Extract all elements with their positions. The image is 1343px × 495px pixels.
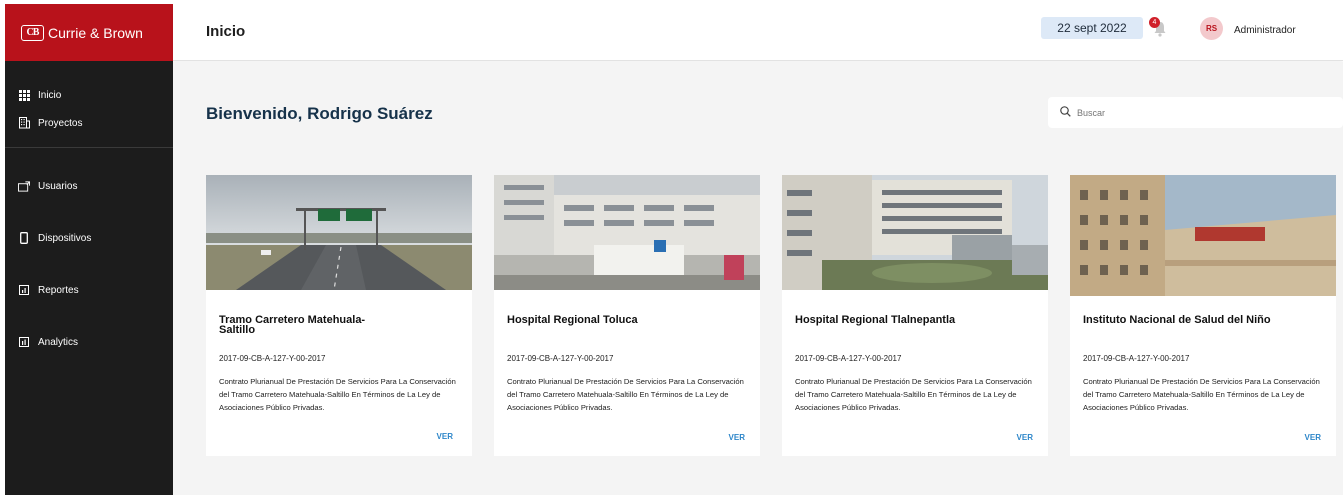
building-icon [18,117,30,129]
hospital-tlalnepantla-photo [782,175,1048,290]
sidebar-item-label: Proyectos [38,117,83,129]
card-code: 2017-09-CB-A-127-Y-00-2017 [219,354,326,363]
sidebar-item-label: Reportes [38,284,79,296]
brand-logo[interactable]: CB Currie & Brown [5,4,173,61]
view-button[interactable]: VER [437,432,453,441]
report-icon [18,284,30,296]
notification-badge: 4 [1149,17,1160,28]
page-title: Inicio [206,23,246,40]
analytics-icon [18,336,30,348]
grid-icon [18,89,30,101]
brand-mark: CB [21,24,44,41]
card-title: Instituto Nacional de Salud del Niño [1083,314,1271,326]
sidebar: CB Currie & Brown Inicio Proyectos Usuar… [5,4,173,495]
sidebar-item-reportes[interactable]: Reportes [5,264,173,316]
nav-group-main: Inicio Proyectos [5,61,173,137]
card-description: Contrato Plurianual De Prestación De Ser… [219,377,456,412]
card-body: Instituto Nacional de Salud del Niño 201… [1083,315,1326,414]
card-description: Contrato Plurianual De Prestación De Ser… [1083,377,1320,412]
card-body: Tramo Carretero Matehuala-Saltillo 2017-… [219,315,462,414]
project-card[interactable]: Instituto Nacional de Salud del Niño 201… [1070,175,1336,456]
card-title: Tramo Carretero Matehuala-Saltillo [219,314,366,336]
top-header: Inicio 22 sept 2022 4 RS Administrador [173,4,1343,61]
sidebar-item-usuarios[interactable]: Usuarios [5,160,173,212]
date-display[interactable]: 22 sept 2022 [1041,17,1143,39]
card-title: Hospital Regional Toluca [507,314,638,326]
card-description: Contrato Plurianual De Prestación De Ser… [507,377,744,412]
card-code: 2017-09-CB-A-127-Y-00-2017 [795,354,902,363]
sidebar-item-analytics[interactable]: Analytics [5,316,173,368]
search-input[interactable] [1077,107,1317,118]
sidebar-item-label: Dispositivos [38,232,92,244]
sidebar-divider [5,147,173,148]
main-content: Bienvenido, Rodrigo Suárez Buscar Tramo … [173,62,1343,495]
sidebar-item-proyectos[interactable]: Proyectos [5,109,173,137]
view-button[interactable]: VER [1017,433,1033,442]
avatar[interactable]: RS [1200,17,1223,40]
card-body: Hospital Regional Tlalnepantla 2017-09-C… [795,315,1038,414]
highway-photo [206,175,472,290]
card-title: Hospital Regional Tlalnepantla [795,314,956,326]
view-button[interactable]: VER [1305,433,1321,442]
brand-name: Currie & Brown [48,24,143,41]
sidebar-item-label: Inicio [38,89,62,101]
sidebar-item-inicio[interactable]: Inicio [5,81,173,109]
project-card[interactable]: Tramo Carretero Matehuala-Saltillo 2017-… [206,175,472,456]
view-button[interactable]: VER [729,433,745,442]
user-role-label[interactable]: Administrador [1234,25,1296,36]
card-description: Contrato Plurianual De Prestación De Ser… [795,377,1032,412]
card-code: 2017-09-CB-A-127-Y-00-2017 [507,354,614,363]
hospital-toluca-photo [494,175,760,290]
sidebar-item-label: Analytics [38,336,79,348]
project-card[interactable]: Hospital Regional Toluca 2017-09-CB-A-12… [494,175,760,456]
search-box[interactable] [1048,97,1343,128]
project-card[interactable]: Hospital Regional Tlalnepantla 2017-09-C… [782,175,1048,456]
welcome-heading: Bienvenido, Rodrigo Suárez [206,104,433,123]
sidebar-item-dispositivos[interactable]: Dispositivos [5,212,173,264]
card-body: Hospital Regional Toluca 2017-09-CB-A-12… [507,315,750,414]
sidebar-item-label: Usuarios [38,180,78,192]
instituto-nino-photo [1070,175,1336,296]
phone-icon [18,232,30,244]
search-icon [1060,104,1071,122]
users-icon [18,180,30,192]
app-root: CB Currie & Brown Inicio Proyectos Usuar… [0,0,1343,495]
card-code: 2017-09-CB-A-127-Y-00-2017 [1083,354,1190,363]
